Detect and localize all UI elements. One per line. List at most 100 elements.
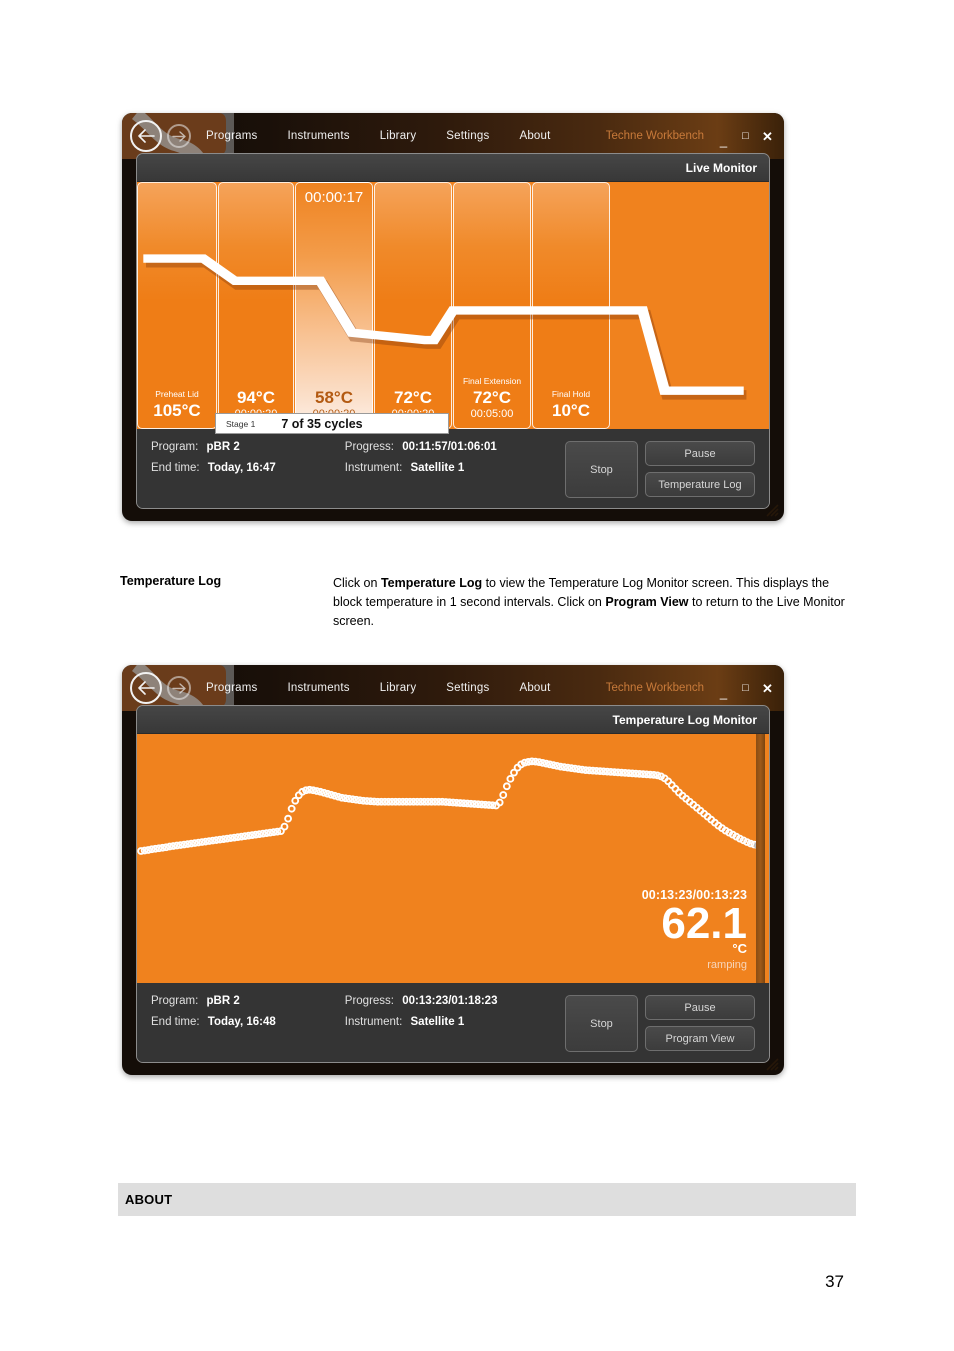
endtime-label: End time:: [151, 1016, 200, 1028]
temperature-log-chart: 00:13:23/00:13:23 62.1 °C ramping: [137, 734, 769, 983]
progress-row: Progress: 00:13:23/01:18:23: [345, 995, 565, 1007]
doc-body-text: Click on Temperature Log to view the Tem…: [333, 574, 855, 631]
stage-bar-1[interactable]: Preheat Lid 105°C: [137, 182, 217, 429]
stage-bar-2[interactable]: 94°C00:00:20: [218, 182, 294, 429]
menu-item-settings[interactable]: Settings: [444, 128, 491, 144]
program-value: pBR 2: [206, 995, 240, 1007]
temperature-log-panel: Temperature Log Monitor 00:13:23/00:13:2…: [136, 705, 770, 1063]
stage-bar-4[interactable]: 72°C00:00:20: [374, 182, 452, 429]
panel-title: Temperature Log Monitor: [137, 706, 769, 734]
progress-label: Progress:: [344, 995, 394, 1007]
menu-item-instruments[interactable]: Instruments: [285, 680, 351, 696]
stage-name: Preheat Lid: [155, 389, 199, 400]
stage-bar-6[interactable]: Final Hold 10°C: [532, 182, 610, 429]
endtime-label: End time:: [151, 462, 200, 474]
stage-temperature: 94°C: [237, 387, 275, 407]
endtime-value: Today, 16:47: [207, 462, 276, 474]
program-row: Program: pBR 2: [151, 441, 345, 453]
cycle-banner: Stage 1 7 of 35 cycles: [215, 413, 449, 434]
stage-temperature: 10°C: [552, 400, 590, 420]
footer-column-program: Program: pBR 2 End time: Today, 16:47: [151, 441, 345, 474]
button-stack: Pause Temperature Log: [645, 441, 755, 497]
stage-labels: Final Extension 72°C 00:05:00: [454, 377, 530, 420]
panel-title: Live Monitor: [137, 154, 769, 182]
program-view-button[interactable]: Program View: [645, 1026, 755, 1051]
stop-button[interactable]: Stop: [565, 441, 638, 498]
doc-emphasis: Program View: [605, 595, 689, 609]
menu-item-programs[interactable]: Programs: [204, 128, 259, 144]
menu-item-about[interactable]: About: [517, 128, 552, 144]
readout-temperature: 62.1: [661, 899, 747, 949]
section-heading-text: ABOUT: [125, 1192, 173, 1207]
program-label: Program:: [151, 441, 199, 453]
close-icon[interactable]: ✕: [761, 130, 774, 143]
close-icon[interactable]: ✕: [761, 682, 774, 695]
pause-button[interactable]: Pause: [645, 995, 755, 1020]
program-value: pBR 2: [206, 441, 240, 453]
button-stack: Pause Program View: [645, 995, 755, 1051]
stage-temperature: 72°C: [473, 387, 511, 407]
menu-item-instruments[interactable]: Instruments: [285, 128, 351, 144]
stage-temperature: 58°C: [315, 387, 353, 407]
app-title: Techne Workbench: [605, 682, 704, 694]
stage-name: Final Hold: [551, 389, 591, 400]
footer-buttons: Stop Pause Program View: [565, 995, 759, 1052]
menu-item-settings[interactable]: Settings: [444, 680, 491, 696]
menu-item-library[interactable]: Library: [378, 128, 419, 144]
stage-profile-chart: Preheat Lid105°C94°C00:00:2000:00:1758°C…: [137, 182, 769, 429]
pause-button[interactable]: Pause: [645, 441, 755, 466]
section-heading-bar: ABOUT: [118, 1183, 856, 1216]
doc-text: Click on: [333, 576, 381, 590]
temperature-readout: 00:13:23/00:13:23 62.1 °C ramping: [642, 888, 747, 971]
stage-duration: 00:05:00: [470, 407, 514, 420]
cycle-count-label: 7 of 35 cycles: [281, 416, 363, 431]
stage-temperature: 105°C: [153, 400, 201, 420]
instrument-value: Satellite 1: [410, 1016, 465, 1028]
progress-value: 00:11:57/01:06:01: [402, 441, 497, 453]
footer-column-program: Program: pBR 2 End time: Today, 16:48: [151, 995, 345, 1028]
minimize-icon[interactable]: _: [717, 134, 730, 147]
temperature-log-button[interactable]: Temperature Log: [645, 472, 755, 497]
endtime-row: End time: Today, 16:48: [151, 1016, 345, 1028]
temperature-log-footer: Program: pBR 2 End time: Today, 16:48 Pr…: [137, 983, 769, 1062]
app-title: Techne Workbench: [605, 130, 704, 142]
menu-item-about[interactable]: About: [517, 680, 552, 696]
chart-scrollbar[interactable]: [756, 734, 765, 983]
program-row: Program: pBR 2: [151, 995, 345, 1007]
instrument-label: Instrument:: [344, 462, 403, 474]
stage-timer: 00:00:17: [304, 189, 364, 206]
doc-emphasis: Temperature Log: [380, 576, 483, 590]
doc-term-label: Temperature Log: [120, 574, 222, 588]
live-monitor-footer: Program: pBR 2 End time: Today, 16:47 Pr…: [137, 429, 769, 508]
progress-row: Progress: 00:11:57/01:06:01: [345, 441, 565, 453]
resize-grip-icon[interactable]: [765, 1057, 779, 1071]
stage-name: Final Extension: [462, 376, 522, 387]
maximize-icon[interactable]: □: [739, 130, 752, 142]
program-label: Program:: [151, 995, 199, 1007]
stop-button[interactable]: Stop: [565, 995, 638, 1052]
live-monitor-window: Programs Instruments Library Settings Ab…: [122, 113, 784, 521]
menu-item-programs[interactable]: Programs: [204, 680, 259, 696]
instrument-row: Instrument: Satellite 1: [345, 1016, 565, 1028]
stage-bar-3[interactable]: 00:00:1758°C00:00:20: [295, 182, 373, 429]
back-arrow-icon[interactable]: [130, 672, 162, 704]
footer-column-progress: Progress: 00:13:23/01:18:23 Instrument: …: [345, 995, 565, 1028]
back-arrow-icon[interactable]: [130, 120, 162, 152]
document-page: Programs Instruments Library Settings Ab…: [0, 0, 954, 1351]
stage-bar-5[interactable]: Final Extension 72°C 00:05:00: [453, 182, 531, 429]
forward-arrow-icon[interactable]: [167, 124, 191, 148]
stage-temperature: 72°C: [394, 387, 432, 407]
page-number: 37: [825, 1272, 844, 1291]
footer-column-progress: Progress: 00:11:57/01:06:01 Instrument: …: [345, 441, 565, 474]
stage-labels: Preheat Lid 105°C: [138, 390, 216, 420]
temperature-log-window: Programs Instruments Library Settings Ab…: [122, 665, 784, 1075]
forward-arrow-icon[interactable]: [167, 676, 191, 700]
resize-grip-icon[interactable]: [765, 503, 779, 517]
footer-buttons: Stop Pause Temperature Log: [565, 441, 759, 498]
maximize-icon[interactable]: □: [739, 682, 752, 694]
instrument-value: Satellite 1: [410, 462, 465, 474]
menu-item-library[interactable]: Library: [378, 680, 419, 696]
minimize-icon[interactable]: _: [717, 686, 730, 699]
instrument-label: Instrument:: [344, 1016, 403, 1028]
progress-value: 00:13:23/01:18:23: [402, 995, 498, 1007]
